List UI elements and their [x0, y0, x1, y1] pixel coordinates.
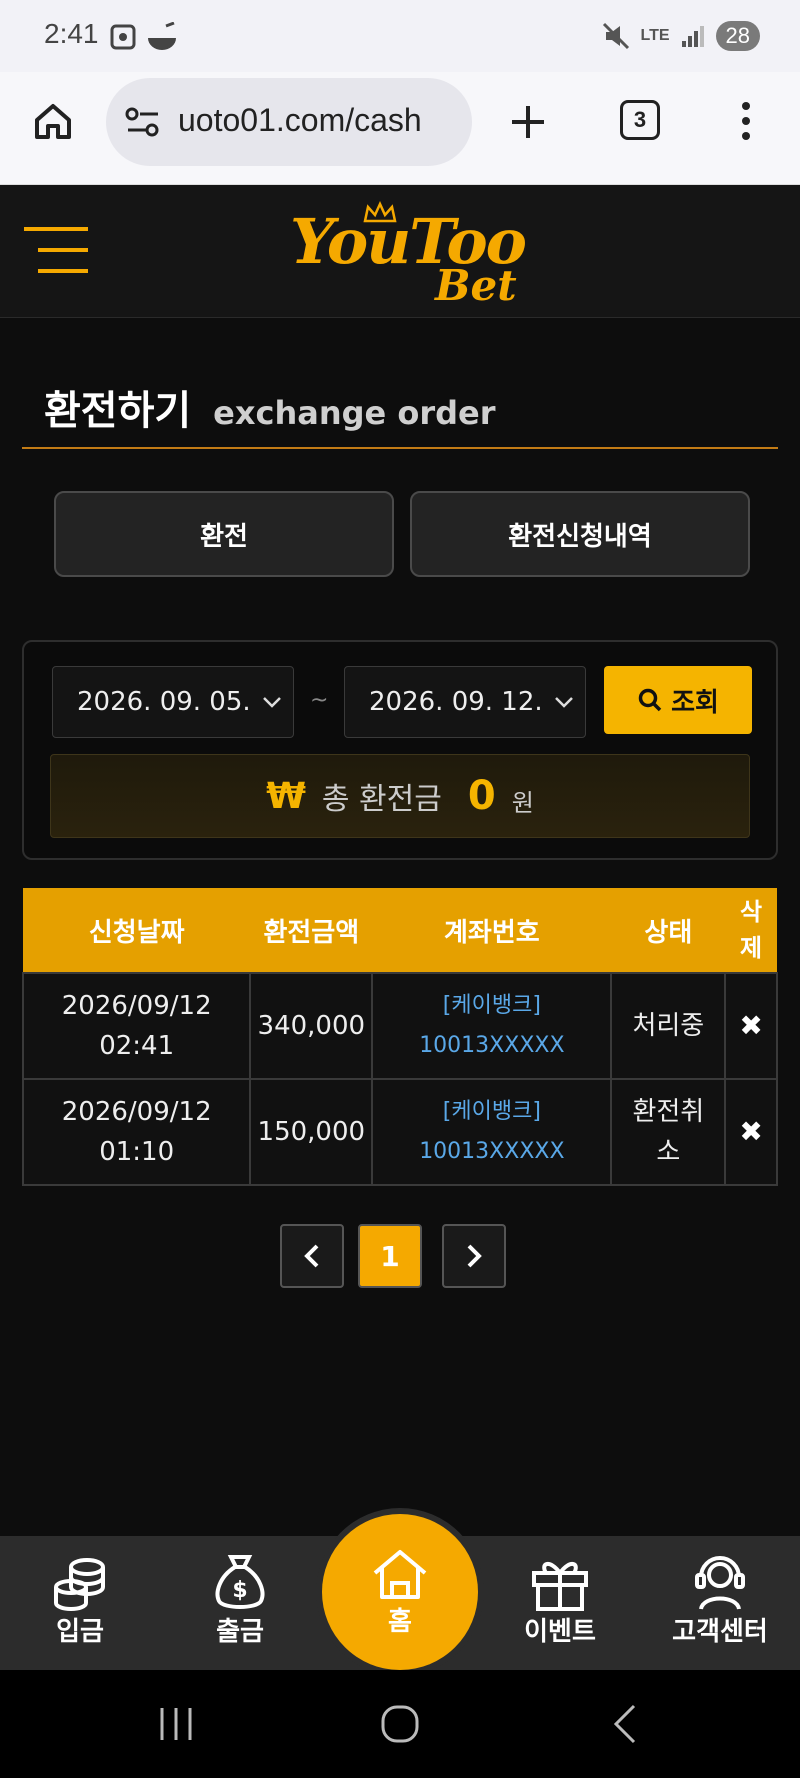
- site-header: YouToo Bet: [0, 185, 800, 318]
- back-icon[interactable]: [612, 1704, 638, 1744]
- nav-home[interactable]: 홈: [322, 1514, 478, 1670]
- chevron-down-icon: [555, 697, 573, 708]
- row-date: 2026/09/12: [61, 1097, 212, 1127]
- filter-panel: 2026. 09. 05. ~ 2026. 09. 12. 조회 ₩ 총 환전금…: [22, 640, 778, 860]
- next-page-button[interactable]: [442, 1224, 506, 1288]
- status-bar: 2:41 LTE 28: [0, 0, 800, 72]
- won-icon: ₩: [266, 775, 306, 817]
- chevron-down-icon: [263, 697, 281, 708]
- page-title: 환전하기 exchange order: [44, 378, 496, 436]
- notification-icons: [110, 22, 176, 50]
- table-row: 2026/09/12 01:10 150,000 [케이뱅크] 10013XXX…: [21, 1078, 778, 1186]
- end-date-select[interactable]: 2026. 09. 12.: [344, 666, 586, 738]
- nav-home-label: 홈: [388, 1606, 412, 1637]
- total-amount: 0: [467, 773, 496, 819]
- tab-exchange-history[interactable]: 환전신청내역: [410, 491, 750, 577]
- status-time: 2:41: [44, 18, 99, 49]
- home-icon[interactable]: [32, 100, 74, 142]
- nav-event-label: 이벤트: [524, 1617, 596, 1647]
- chevron-right-icon: [467, 1244, 482, 1268]
- new-tab-icon[interactable]: [508, 102, 548, 142]
- total-exchange-summary: ₩ 총 환전금 0 원: [50, 754, 750, 838]
- exchange-history-table: 신청날짜 환전금액 계좌번호 상태 삭제 2026/09/12 02:41 34…: [21, 888, 778, 1186]
- start-date-select[interactable]: 2026. 09. 05.: [52, 666, 294, 738]
- row-bank: [케이뱅크]: [442, 993, 541, 1018]
- table-row: 2026/09/12 02:41 340,000 [케이뱅크] 10013XXX…: [21, 972, 778, 1080]
- site-settings-icon[interactable]: [124, 106, 162, 138]
- address-bar[interactable]: uoto01.com/cash: [106, 78, 472, 166]
- logo-line-2: Bet: [435, 261, 517, 310]
- search-button[interactable]: 조회: [604, 666, 752, 734]
- nav-event[interactable]: 이벤트: [480, 1536, 640, 1670]
- tab-switcher-button[interactable]: 3: [620, 100, 660, 140]
- row-time: 01:10: [99, 1137, 175, 1167]
- home-button-icon[interactable]: [380, 1704, 420, 1744]
- row-date-cell: 2026/09/12 01:10: [21, 1078, 252, 1186]
- prev-page-button[interactable]: [280, 1224, 344, 1288]
- delete-icon[interactable]: ✖: [724, 1078, 778, 1186]
- url-text: uoto01.com/cash: [178, 102, 422, 138]
- tab-exchange[interactable]: 환전: [54, 491, 394, 577]
- row-date: 2026/09/12: [61, 991, 212, 1021]
- recent-apps-icon[interactable]: [158, 1706, 194, 1742]
- money-bag-icon: $: [215, 1555, 265, 1609]
- more-menu-icon[interactable]: [738, 100, 754, 142]
- gift-icon: [532, 1562, 588, 1611]
- header-date: 신청날짜: [23, 888, 251, 973]
- row-date-cell: 2026/09/12 02:41: [21, 972, 252, 1080]
- browser-toolbar: uoto01.com/cash 3: [0, 72, 800, 185]
- date-separator: ~: [310, 688, 329, 713]
- row-status: 환전취소: [610, 1078, 727, 1186]
- title-divider: [22, 447, 778, 449]
- header-account: 계좌번호: [372, 888, 612, 973]
- row-account: 10013XXXXX: [419, 1139, 565, 1164]
- table-header-row: 신청날짜 환전금액 계좌번호 상태 삭제: [23, 888, 777, 973]
- system-navigation-bar: [0, 1670, 800, 1778]
- delete-icon[interactable]: ✖: [724, 972, 778, 1080]
- signal-icon: [681, 26, 704, 47]
- row-account: 10013XXXXX: [419, 1033, 565, 1058]
- hamburger-menu-icon[interactable]: [22, 225, 92, 275]
- row-status: 처리중: [610, 972, 727, 1080]
- battery-indicator: 28: [715, 21, 760, 51]
- nav-support-label: 고객센터: [672, 1617, 768, 1647]
- header-status: 상태: [611, 888, 726, 973]
- page-subtitle: exchange order: [213, 394, 496, 432]
- nav-withdraw-label: 출금: [216, 1617, 264, 1647]
- end-date-value: 2026. 09. 12.: [369, 687, 543, 717]
- chevron-left-icon: [304, 1244, 319, 1268]
- row-amount: 340,000: [249, 972, 374, 1080]
- total-label: 총 환전금: [321, 782, 442, 817]
- header-delete: 삭제: [725, 888, 777, 973]
- search-icon: [638, 688, 662, 712]
- nav-deposit-label: 입금: [56, 1617, 104, 1647]
- row-amount: 150,000: [249, 1078, 374, 1186]
- search-button-label: 조회: [671, 687, 719, 718]
- nav-support[interactable]: 고객센터: [640, 1536, 800, 1670]
- start-date-value: 2026. 09. 05.: [77, 687, 251, 717]
- total-unit: 원: [511, 788, 534, 817]
- nav-deposit[interactable]: 입금: [0, 1536, 160, 1670]
- mute-icon: [603, 22, 630, 50]
- svg-text:$: $: [232, 1578, 247, 1603]
- row-account-cell[interactable]: [케이뱅크] 10013XXXXX: [371, 1078, 613, 1186]
- home-icon: [373, 1549, 427, 1599]
- site-logo[interactable]: YouToo Bet: [290, 201, 527, 311]
- coins-icon: [54, 1558, 105, 1611]
- row-status-text: 환전취소: [632, 1097, 705, 1167]
- row-time: 02:41: [99, 1031, 175, 1061]
- page-title-text: 환전하기: [44, 388, 192, 434]
- row-account-cell[interactable]: [케이뱅크] 10013XXXXX: [371, 972, 613, 1080]
- status-right: LTE 28: [602, 18, 760, 54]
- network-label: LTE: [640, 27, 670, 44]
- row-bank: [케이뱅크]: [442, 1099, 541, 1124]
- page-number-current[interactable]: 1: [358, 1224, 422, 1288]
- header-amount: 환전금액: [250, 888, 373, 973]
- nav-withdraw[interactable]: $ 출금: [160, 1536, 320, 1670]
- headset-icon: [695, 1556, 745, 1610]
